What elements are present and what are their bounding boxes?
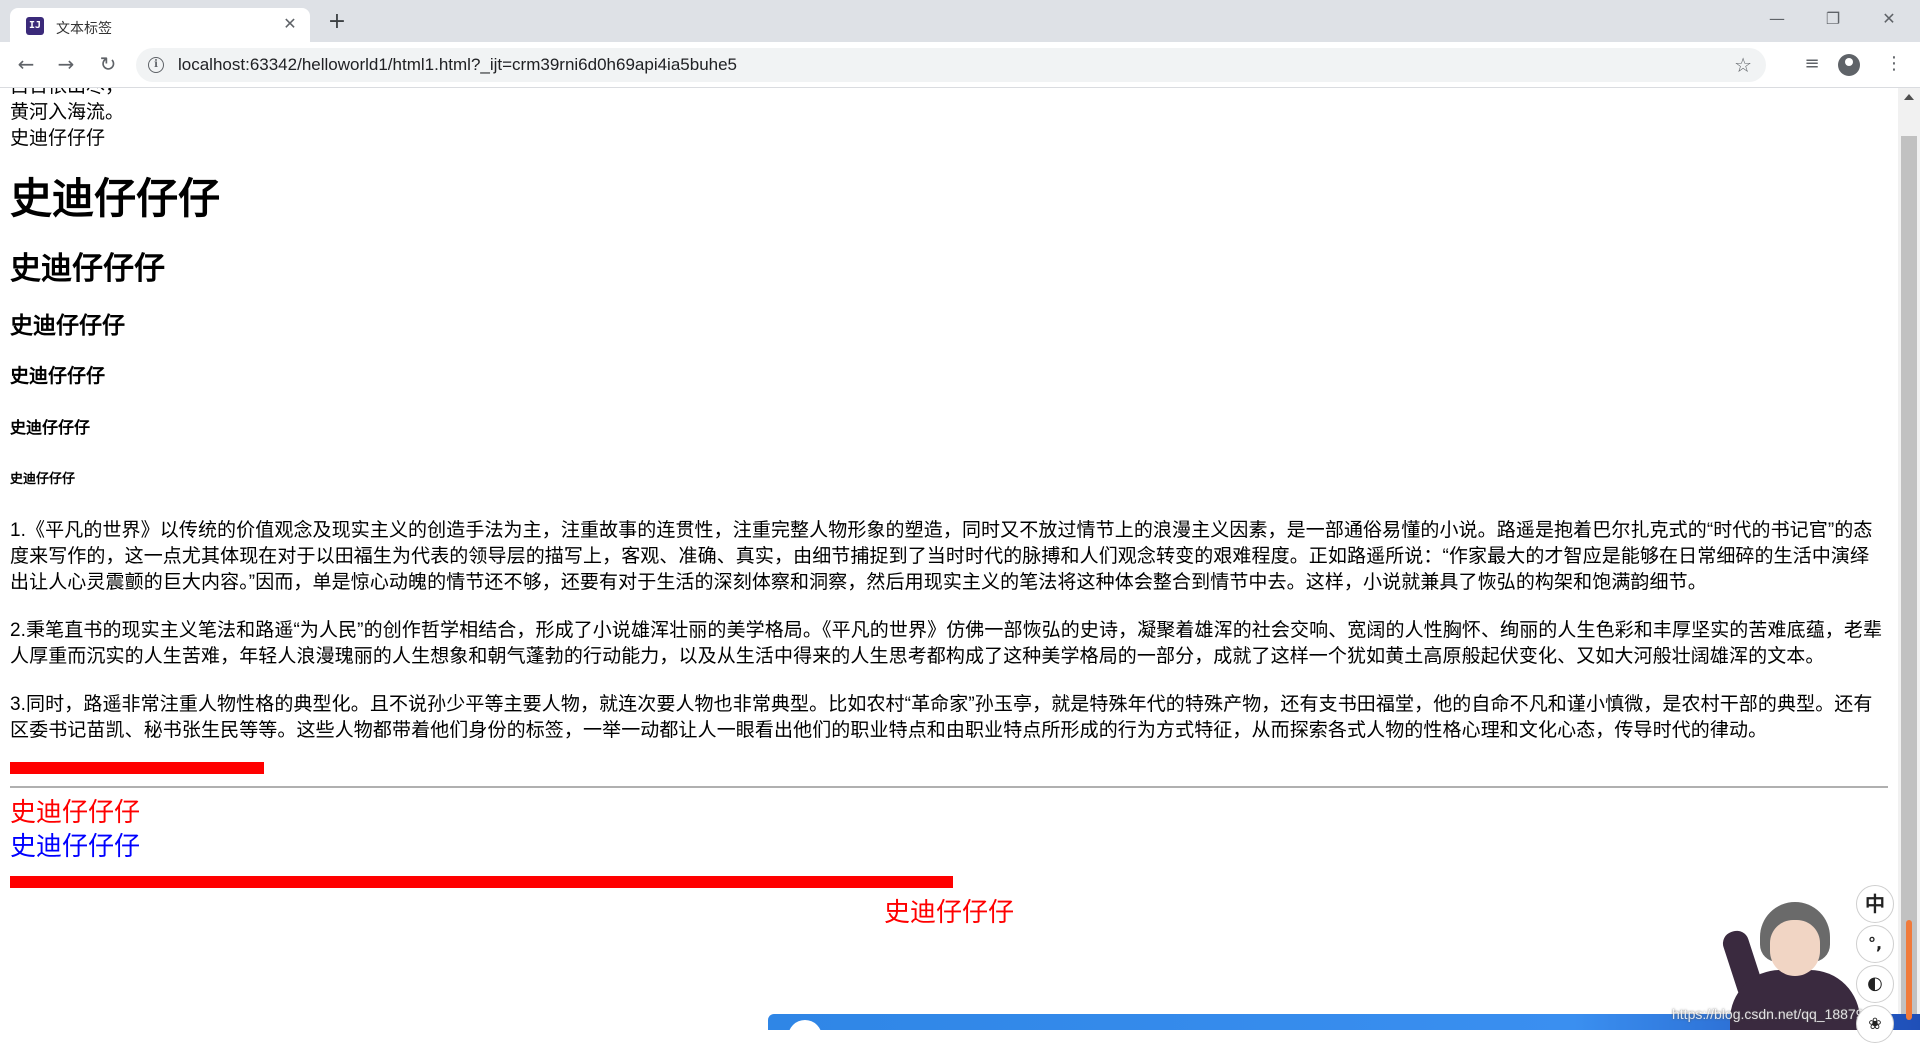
heading-h2: 史迪仔仔仔 (10, 251, 165, 286)
heading-h4: 史迪仔仔仔 (10, 366, 106, 387)
forward-arrow-icon[interactable]: → (52, 50, 80, 78)
red-font-text: 史迪仔仔仔 (10, 798, 141, 828)
red-bar-long (10, 876, 953, 888)
poem-line-1: 白日依山尽， (10, 88, 1890, 100)
ime-moon-icon[interactable]: ◐ (1856, 965, 1894, 1003)
heading-h5: 史迪仔仔仔 (10, 420, 91, 437)
ime-toolbar: 中 °, ◐ ❀ (1852, 885, 1896, 1043)
heading-h3: 史迪仔仔仔 (10, 312, 125, 338)
blue-font-text: 史迪仔仔仔 (10, 832, 141, 862)
heading-h1: 史迪仔仔仔 (10, 175, 221, 222)
paragraph-1: 1.《平凡的世界》以传统的价值观念及现实主义的创造手法为主，注重故事的连贯性，注… (10, 520, 1873, 593)
media-control-icon[interactable]: ≡ (1798, 50, 1826, 78)
reload-icon[interactable]: ↻ (94, 50, 122, 78)
watermark-text: https://blog.csdn.net/qq_18879 (1672, 1006, 1864, 1022)
ime-language-button[interactable]: 中 (1856, 885, 1894, 923)
close-window-icon[interactable]: ✕ (1866, 4, 1912, 34)
site-info-icon[interactable]: i (148, 57, 164, 73)
bookmark-star-icon[interactable]: ☆ (1734, 53, 1752, 77)
ime-side-handle[interactable] (1906, 920, 1912, 1020)
vertical-scrollbar[interactable] (1898, 88, 1920, 1030)
intellij-favicon-icon: IJ (26, 17, 44, 35)
page-viewport: 白日依山尽， 黄河入海流。 史迪仔仔仔 史迪仔仔仔 史迪仔仔仔 史迪仔仔仔 史迪… (0, 88, 1898, 1030)
back-arrow-icon[interactable]: ← (12, 50, 40, 78)
profile-avatar-icon[interactable] (1838, 54, 1860, 76)
scroll-up-arrow-icon[interactable] (1904, 94, 1914, 100)
browser-tab[interactable]: IJ 文本标签 ✕ (10, 8, 310, 42)
red-bar-short (10, 762, 264, 774)
tab-strip: IJ 文本标签 ✕ + — ❐ ✕ (0, 0, 1920, 42)
poem-line-2: 黄河入海流。 (10, 102, 125, 123)
centered-red-text: 史迪仔仔仔 (883, 898, 1014, 928)
address-bar[interactable]: i localhost:63342/helloworld1/html1.html… (136, 48, 1766, 82)
scroll-thumb[interactable] (1901, 136, 1917, 1030)
new-tab-plus-icon[interactable]: + (324, 10, 350, 36)
minimize-window-icon[interactable]: — (1754, 4, 1800, 34)
page-content: 白日依山尽， 黄河入海流。 史迪仔仔仔 史迪仔仔仔 史迪仔仔仔 史迪仔仔仔 史迪… (10, 88, 1890, 956)
horizontal-rule (10, 786, 1888, 788)
paragraph-2: 2.秉笔直书的现实主义笔法和路遥“为人民”的创作哲学相结合，形成了小说雄浑壮丽的… (10, 620, 1883, 667)
menu-kebab-icon[interactable]: ⋮ (1880, 50, 1908, 78)
close-tab-icon[interactable]: ✕ (280, 14, 300, 34)
ime-skin-icon[interactable]: ❀ (1856, 1005, 1894, 1043)
browser-toolbar: ← → ↻ i localhost:63342/helloworld1/html… (0, 42, 1920, 88)
avatar-face (1770, 920, 1820, 976)
paragraph-3: 3.同时，路遥非常注重人物性格的典型化。且不说孙少平等主要人物，就连次要人物也非… (10, 694, 1873, 741)
url-text[interactable]: localhost:63342/helloworld1/html1.html?_… (178, 55, 737, 75)
popup-circle-icon (788, 1020, 822, 1054)
tab-title: 文本标签 (56, 21, 112, 37)
plain-text-line: 史迪仔仔仔 (10, 128, 106, 149)
ime-punctuation-button[interactable]: °, (1856, 925, 1894, 963)
heading-h6: 史迪仔仔仔 (10, 471, 76, 486)
restore-window-icon[interactable]: ❐ (1810, 4, 1856, 34)
